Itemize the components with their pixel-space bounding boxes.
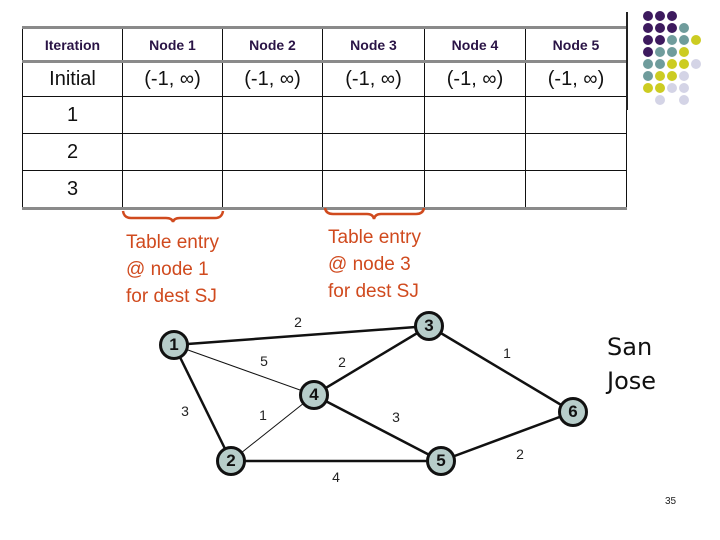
- edge-weight-1-4: 5: [260, 353, 268, 369]
- destination-label-line: Jose: [607, 367, 657, 395]
- edge-4-5: [313, 393, 442, 463]
- edge-2-4: [230, 394, 315, 462]
- edge-weight-3-4: 2: [338, 354, 346, 370]
- network-graph-edges: [172, 324, 574, 463]
- edge-weight-5-6: 2: [516, 446, 524, 462]
- edge-3-6: [428, 324, 574, 414]
- graph-node-2: 2: [216, 446, 246, 476]
- edge-weight-1-3: 2: [294, 314, 302, 330]
- graph-node-6: 6: [558, 397, 588, 427]
- edge-weight-1-2: 3: [181, 403, 189, 419]
- page-number: 35: [665, 496, 677, 507]
- graph-node-1: 1: [159, 330, 189, 360]
- edge-3-4: [313, 324, 430, 397]
- destination-label-san-jose: San Jose: [607, 330, 656, 398]
- edge-weight-2-5: 4: [332, 469, 340, 485]
- edge-weight-4-5: 3: [392, 409, 400, 425]
- graph-node-4: 4: [299, 380, 329, 410]
- edge-weight-2-4: 1: [259, 407, 267, 423]
- edge-5-6: [440, 410, 574, 463]
- graph-node-5: 5: [426, 446, 456, 476]
- edge-weight-3-6: 1: [503, 345, 511, 361]
- destination-label-line: San: [607, 333, 653, 361]
- graph-node-3: 3: [414, 311, 444, 341]
